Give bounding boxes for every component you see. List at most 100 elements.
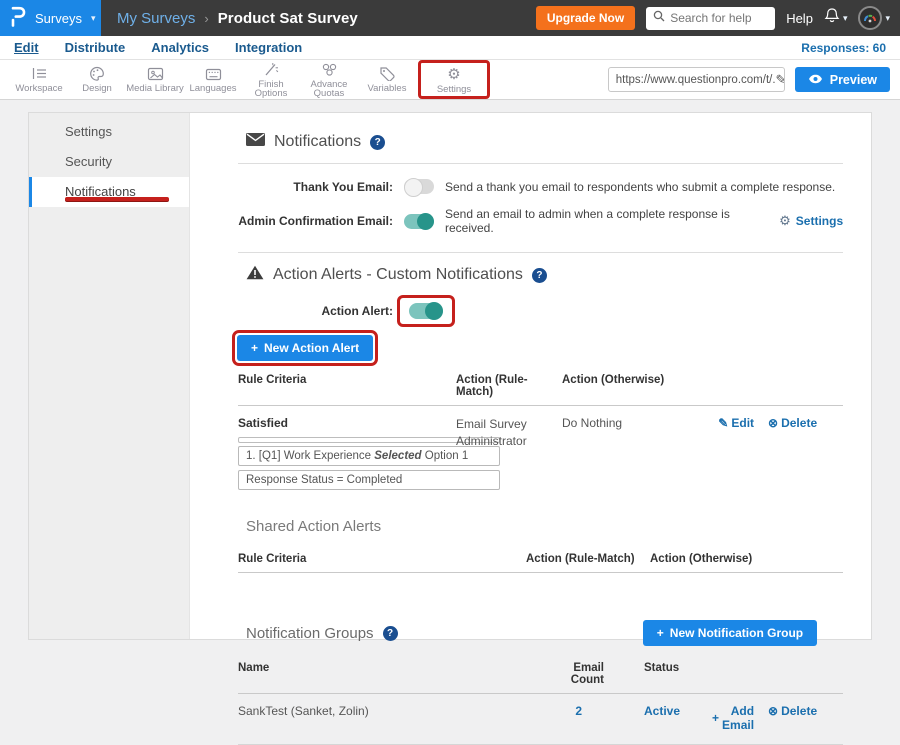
notification-group-row: SankTest (Sanket, Zolin) 2 Active + Add …	[238, 694, 843, 745]
notifications-annotation-underline	[65, 197, 169, 201]
toolbar-item-media-library[interactable]: Media Library	[126, 65, 184, 94]
header-email-count: Email Count	[538, 662, 622, 686]
survey-url-value: https://www.questionpro.com/t/.	[616, 74, 776, 86]
action-alerts-help-icon[interactable]: ?	[532, 268, 547, 283]
account-menu-button[interactable]: ▾	[858, 6, 890, 30]
delete-alert-link[interactable]: ⊗ Delete	[768, 416, 817, 430]
notifications-title: Notifications	[274, 133, 361, 151]
eye-icon	[808, 73, 823, 87]
new-action-alert-row: + New Action Alert	[232, 330, 843, 366]
edit-toolbar: Workspace Design Media Library Languages…	[0, 60, 900, 100]
tab-integration[interactable]: Integration	[235, 40, 302, 55]
add-email-link[interactable]: + Add Email	[712, 704, 754, 732]
action-alert-toggle[interactable]	[409, 303, 443, 319]
action-otherwise-cell: Do Nothing	[562, 416, 682, 494]
rule-criteria-cell: Satisfied 1. [Q1] Work Experience Select…	[238, 416, 456, 494]
toolbar-item-workspace[interactable]: Workspace	[10, 65, 68, 94]
chevron-down-icon: ▾	[885, 14, 890, 23]
palette-icon	[68, 65, 126, 81]
tab-analytics[interactable]: Analytics	[151, 40, 209, 55]
help-link[interactable]: Help	[786, 11, 813, 26]
notifications-help-icon[interactable]: ?	[370, 135, 385, 150]
workspace-icon	[10, 65, 68, 81]
tab-edit[interactable]: Edit	[14, 40, 39, 55]
toolbar-item-languages[interactable]: Languages	[184, 65, 242, 94]
new-notification-group-button[interactable]: + New Notification Group	[643, 620, 817, 646]
admin-confirmation-toggle[interactable]	[404, 214, 434, 229]
header-action-rule-match: Action (Rule-Match)	[456, 374, 562, 398]
header-action-otherwise: Action (Otherwise)	[562, 374, 682, 398]
notifications-bell-button[interactable]: ▾	[824, 7, 848, 29]
settings-sidebar: Settings Security Notifications	[29, 113, 190, 639]
delete-group-link[interactable]: ⊗ Delete	[768, 704, 817, 718]
thank-you-email-toggle[interactable]	[404, 179, 434, 194]
tab-distribute[interactable]: Distribute	[65, 40, 126, 55]
chevron-down-icon: ▾	[91, 14, 96, 23]
gear-icon: ⚙	[779, 213, 791, 229]
top-navbar: Surveys ▾ My Surveys › Product Sat Surve…	[0, 0, 900, 36]
settings-card: Settings Security Notifications Notifica…	[28, 112, 872, 640]
notification-groups-title: Notification Groups	[246, 625, 374, 642]
search-icon	[653, 9, 665, 27]
responses-count[interactable]: Responses: 60	[801, 41, 886, 55]
admin-email-settings-link[interactable]: ⚙ Settings	[779, 213, 843, 229]
breadcrumb-my-surveys[interactable]: My Surveys	[117, 10, 195, 27]
keyboard-icon	[184, 65, 242, 81]
circle-x-icon: ⊗	[768, 416, 778, 430]
sidebar-item-security[interactable]: Security	[29, 147, 189, 177]
new-action-alert-annotation-box: + New Action Alert	[232, 330, 378, 366]
group-name-cell: SankTest (Sanket, Zolin)	[238, 704, 538, 732]
admin-confirmation-row: Admin Confirmation Email: Send an email …	[238, 207, 843, 235]
email-count-link[interactable]: 2	[575, 704, 582, 718]
thank-you-email-label: Thank You Email:	[238, 180, 393, 194]
edit-alert-link[interactable]: ✎ Edit	[718, 416, 754, 430]
toolbar-item-settings[interactable]: ⚙ Settings	[425, 66, 483, 95]
avatar	[858, 6, 882, 30]
new-action-alert-button[interactable]: + New Action Alert	[237, 335, 373, 361]
sidebar-item-settings[interactable]: Settings	[29, 117, 189, 147]
help-search[interactable]	[646, 7, 775, 30]
help-search-input[interactable]	[670, 11, 768, 25]
action-alert-label: Action Alert:	[238, 304, 393, 318]
chain-links-icon	[300, 61, 358, 77]
notifications-panel: Notifications ? Thank You Email: Send a …	[190, 113, 875, 639]
action-alerts-section-header: Action Alerts - Custom Notifications ?	[246, 265, 843, 285]
sidebar-item-notifications[interactable]: Notifications	[29, 177, 189, 207]
preview-button[interactable]: Preview	[795, 67, 890, 92]
toolbar-item-finish-options[interactable]: Finish Options	[242, 61, 300, 99]
thank-you-email-description: Send a thank you email to respondents wh…	[445, 180, 835, 194]
action-alert-toggle-row: Action Alert:	[238, 295, 843, 327]
admin-confirmation-description: Send an email to admin when a complete r…	[445, 207, 779, 235]
breadcrumb: My Surveys › Product Sat Survey	[117, 10, 358, 27]
action-rule-match-cell: Email Survey Administrator	[456, 416, 548, 494]
product-menu[interactable]: Surveys ▾	[0, 0, 101, 36]
header-status: Status	[622, 662, 712, 686]
action-alerts-table-header: Rule Criteria Action (Rule-Match) Action…	[238, 374, 843, 406]
survey-url-field[interactable]: https://www.questionpro.com/t/. ✎	[608, 67, 785, 92]
group-status[interactable]: Active	[644, 704, 680, 718]
gear-icon: ⚙	[425, 66, 483, 82]
notifications-section-header: Notifications ?	[238, 133, 843, 164]
shared-alerts-table-header: Rule Criteria Action (Rule-Match) Action…	[238, 553, 843, 573]
tag-icon	[358, 65, 416, 81]
breadcrumb-separator-icon: ›	[204, 11, 208, 26]
image-icon	[126, 65, 184, 81]
toolbar-item-variables[interactable]: Variables	[358, 65, 416, 94]
section-divider	[238, 252, 843, 253]
header-action-otherwise: Action (Otherwise)	[650, 553, 843, 565]
toolbar-item-advance-quotas[interactable]: Advance Quotas	[300, 61, 358, 99]
action-alerts-title: Action Alerts - Custom Notifications	[273, 266, 523, 284]
notification-groups-header: Notification Groups ? + New Notification…	[238, 620, 843, 646]
plus-icon: +	[657, 626, 664, 640]
upgrade-now-button[interactable]: Upgrade Now	[536, 6, 635, 30]
shared-action-alerts-title: Shared Action Alerts	[246, 518, 843, 535]
plus-icon: +	[712, 711, 719, 725]
questionpro-logo-icon	[10, 4, 26, 33]
breadcrumb-current-survey: Product Sat Survey	[218, 10, 358, 27]
notification-groups-help-icon[interactable]: ?	[383, 626, 398, 641]
product-menu-label: Surveys	[35, 11, 82, 26]
envelope-icon	[246, 133, 265, 151]
toolbar-item-design[interactable]: Design	[68, 65, 126, 94]
edit-url-pencil-icon[interactable]: ✎	[776, 72, 785, 88]
circle-x-icon: ⊗	[768, 704, 778, 718]
